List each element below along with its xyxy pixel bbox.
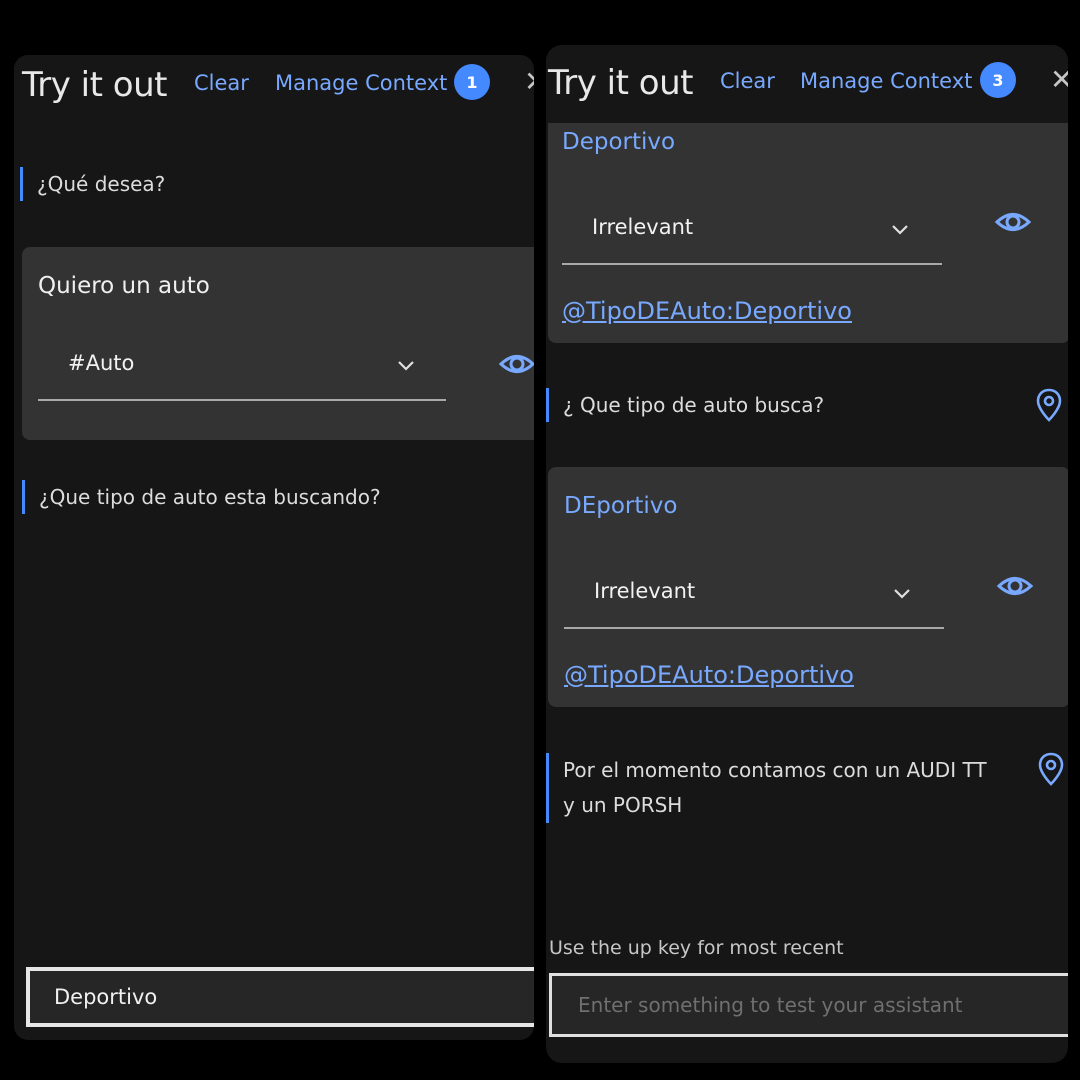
user-message-card: DEportivo Irrelevant @TipoDEAuto:Deporti… <box>548 467 1068 707</box>
location-pin-icon[interactable] <box>1038 752 1064 786</box>
eye-icon[interactable] <box>498 345 534 383</box>
close-icon[interactable]: ✕ <box>1050 63 1068 96</box>
intent-value: Irrelevant <box>594 579 696 603</box>
chat-input[interactable]: Deportivo <box>26 967 534 1027</box>
intent-dropdown[interactable]: #Auto <box>38 339 446 401</box>
intent-value: #Auto <box>68 351 135 375</box>
user-message-text: Quiero un auto <box>38 273 210 299</box>
bot-message: Por el momento contamos con un AUDI TT y… <box>546 753 993 823</box>
bot-message: ¿Qué desea? <box>20 167 165 201</box>
manage-context-button[interactable]: Manage Context <box>275 71 447 95</box>
user-message-card: Deportivo Irrelevant @TipoDEAuto:Deporti… <box>548 115 1068 343</box>
intent-dropdown[interactable]: Irrelevant <box>562 203 942 265</box>
intent-value: Irrelevant <box>592 215 694 239</box>
eye-icon[interactable] <box>994 203 1032 241</box>
user-message-text: DEportivo <box>564 493 678 519</box>
clear-button[interactable]: Clear <box>194 71 249 95</box>
chevron-down-icon <box>892 225 908 235</box>
context-count-badge: 1 <box>454 64 490 100</box>
left-panel: Try it out Clear Manage Context 1 ✕ ¿Qué… <box>14 55 534 1040</box>
entity-link[interactable]: @TipoDEAuto:Deportivo <box>562 297 852 325</box>
header: Try it out Clear Manage Context 1 ✕ <box>14 55 534 133</box>
input-hint: Use the up key for most recent <box>549 937 844 959</box>
chat-input-value: Deportivo <box>54 985 158 1009</box>
user-message-text: Deportivo <box>562 129 676 155</box>
page-title: Try it out <box>22 65 167 105</box>
bot-message: ¿ Que tipo de auto busca? <box>546 388 824 422</box>
context-count-badge: 3 <box>980 62 1016 98</box>
location-pin-icon[interactable] <box>1036 388 1062 422</box>
eye-icon[interactable] <box>996 567 1034 605</box>
page-title: Try it out <box>548 63 693 103</box>
chevron-down-icon <box>398 361 414 371</box>
bot-message: ¿Que tipo de auto esta buscando? <box>22 480 381 514</box>
user-message-card: Quiero un auto #Auto <box>22 247 534 440</box>
intent-dropdown[interactable]: Irrelevant <box>564 567 944 629</box>
chevron-down-icon <box>894 589 910 599</box>
manage-context-button[interactable]: Manage Context <box>800 69 972 93</box>
entity-link[interactable]: @TipoDEAuto:Deportivo <box>564 661 854 689</box>
chat-input[interactable] <box>549 973 1068 1037</box>
right-panel: Try it out Clear Manage Context 3 ✕ Depo… <box>546 45 1068 1063</box>
clear-button[interactable]: Clear <box>720 69 775 93</box>
close-icon[interactable]: ✕ <box>524 65 534 98</box>
header: Try it out Clear Manage Context 3 ✕ <box>546 45 1068 123</box>
